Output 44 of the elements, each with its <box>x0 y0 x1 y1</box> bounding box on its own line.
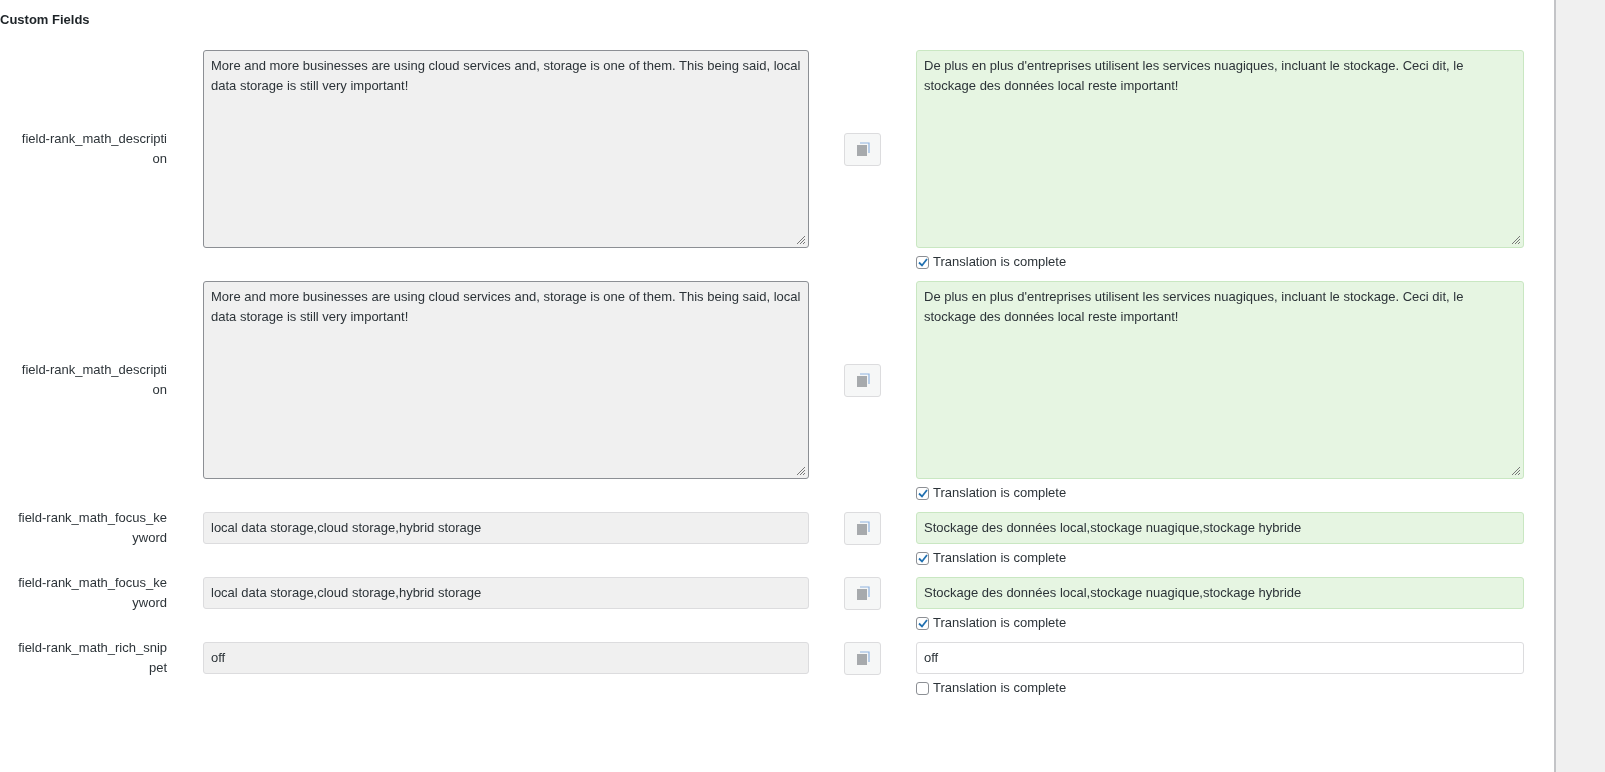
field-name-label: field-rank_math_description <box>20 361 167 399</box>
translation-text-field[interactable]: Stockage des données local,stockage nuagique,stockage hybride <box>916 577 1524 609</box>
translation-text-field[interactable]: off <box>916 642 1524 674</box>
checkbox-label: Translation is complete <box>933 253 1067 272</box>
translation-text-field[interactable]: De plus en plus d'entreprises utilisent les services nuagiques, incluant le stockage. Ceci dit, le stockage des données local reste important! <box>916 50 1524 248</box>
copy-icon <box>855 141 870 157</box>
copy-icon <box>855 520 870 536</box>
source-text-field[interactable]: local data storage,cloud storage,hybrid storage <box>203 577 809 609</box>
checkbox[interactable] <box>916 486 929 500</box>
resize-handle-icon[interactable] <box>1511 235 1521 245</box>
field-name-label: field-rank_math_focus_keyword <box>17 574 167 612</box>
source-text-field[interactable]: More and more businesses are using cloud services and, storage is one of them. This being said, local data storage is still very important! <box>203 50 809 248</box>
checkbox-label: Translation is complete <box>933 614 1067 633</box>
resize-handle-icon[interactable] <box>1511 466 1521 476</box>
field-name-label: field-rank_math_focus_keyword <box>17 509 167 547</box>
checkbox-label: Translation is complete <box>933 484 1067 503</box>
field-name-label: field-rank_math_description <box>20 130 167 168</box>
field-name-label: field-rank_math_rich_snippet <box>17 639 167 677</box>
copy-button[interactable] <box>844 641 881 675</box>
resize-handle-icon[interactable] <box>796 235 806 245</box>
checkbox[interactable] <box>916 551 929 565</box>
copy-icon <box>855 372 870 388</box>
checkmark-icon <box>917 553 928 563</box>
copy-icon <box>855 585 870 601</box>
checkmark-icon <box>917 257 928 267</box>
source-text-field[interactable]: off <box>203 642 809 674</box>
copy-button[interactable] <box>844 132 881 166</box>
section-title: Custom Fields <box>0 11 91 29</box>
copy-icon <box>855 650 870 666</box>
checkbox[interactable] <box>916 616 929 630</box>
checkbox-label: Translation is complete <box>933 549 1067 568</box>
source-text-field[interactable]: local data storage,cloud storage,hybrid storage <box>203 512 809 544</box>
copy-button[interactable] <box>844 576 881 610</box>
source-text-field[interactable]: More and more businesses are using cloud services and, storage is one of them. This being said, local data storage is still very important! <box>203 281 809 479</box>
translation-text-field[interactable]: Stockage des données local,stockage nuagique,stockage hybride <box>916 512 1524 544</box>
checkbox-label: Translation is complete <box>933 679 1067 698</box>
resize-handle-icon[interactable] <box>796 466 806 476</box>
checkbox[interactable] <box>916 255 929 269</box>
checkbox[interactable] <box>916 681 929 695</box>
translation-text-field[interactable]: De plus en plus d'entreprises utilisent les services nuagiques, incluant le stockage. Ceci dit, le stockage des données local reste important! <box>916 281 1524 479</box>
copy-button[interactable] <box>844 511 881 545</box>
checkmark-icon <box>917 488 928 498</box>
copy-button[interactable] <box>844 363 881 397</box>
checkmark-icon <box>917 618 928 628</box>
